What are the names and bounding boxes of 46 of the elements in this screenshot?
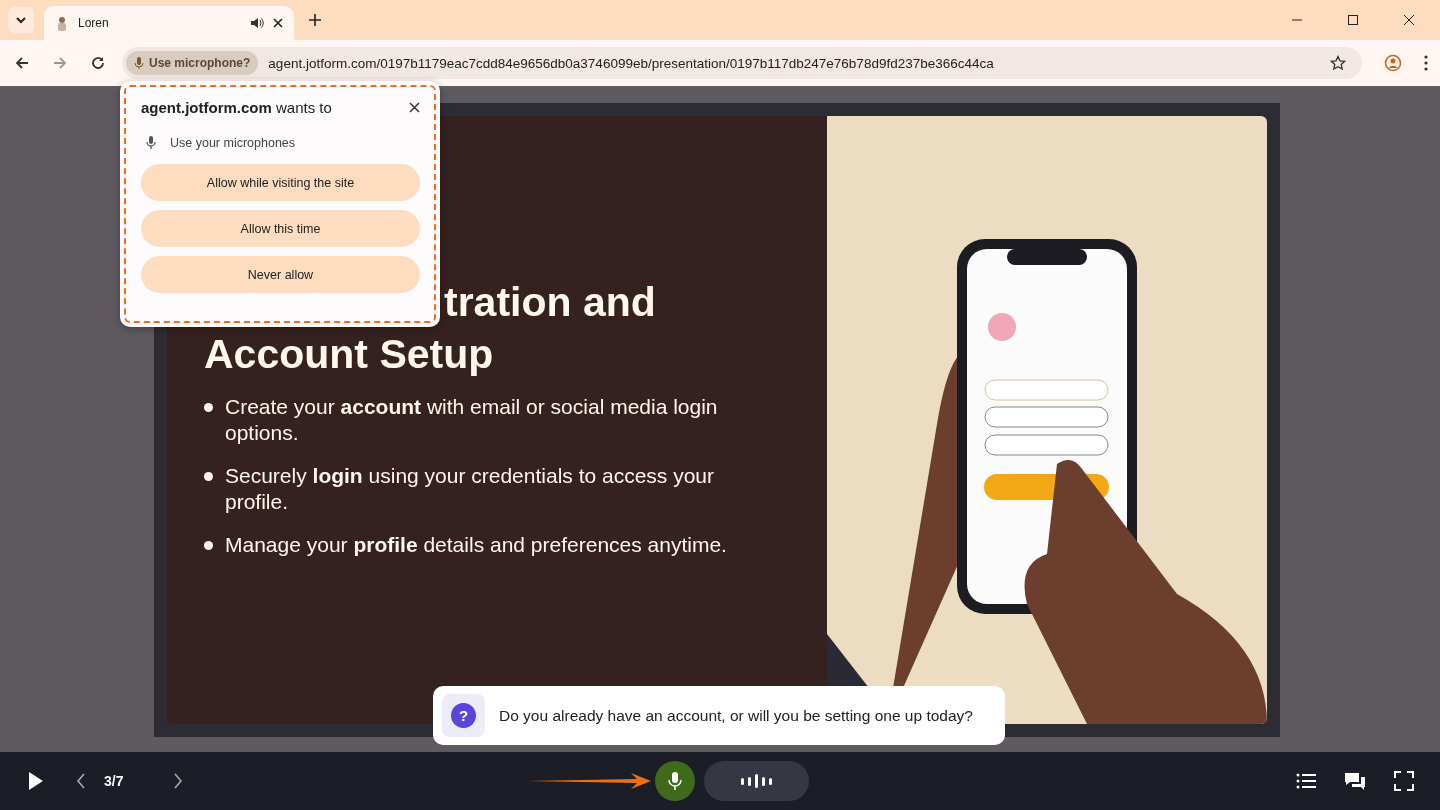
bullet-text: Manage your profile details and preferences anytime. — [225, 532, 727, 558]
microphone-button[interactable] — [655, 761, 695, 801]
browser-tab[interactable]: Loren — [44, 6, 294, 40]
slide-title: tration and — [443, 278, 657, 327]
tab-list-button[interactable] — [8, 7, 34, 33]
bullet-icon — [204, 541, 213, 550]
voice-wave-button[interactable] — [704, 761, 809, 801]
question-icon: ? — [442, 694, 485, 737]
permission-button[interactable]: Allow while visiting the site — [141, 164, 420, 201]
sound-wave-icon — [739, 774, 774, 788]
bullet-icon — [204, 472, 213, 481]
maximize-icon[interactable] — [1347, 14, 1359, 26]
question-text: Do you already have an account, or will you be setting one up today? — [499, 706, 973, 725]
permission-text: Use your microphones — [170, 135, 296, 150]
bookmark-star-icon[interactable] — [1330, 55, 1346, 71]
profile-icon[interactable] — [1384, 54, 1402, 72]
permission-button[interactable]: Allow this time — [141, 210, 420, 247]
bullet-text: Create your account with email or social media login options. — [225, 394, 719, 446]
microphone-icon — [146, 135, 156, 150]
chevron-down-icon — [15, 14, 27, 26]
microphone-icon — [134, 56, 144, 70]
menu-icon[interactable] — [1424, 55, 1428, 71]
previous-icon[interactable] — [76, 773, 86, 789]
popup-title: agent.jotform.com wants to — [141, 99, 332, 116]
new-tab-icon[interactable] — [308, 13, 322, 27]
chat-icon[interactable] — [1344, 772, 1366, 790]
url-text[interactable]: agent.jotform.com/0197b1179eac7cdd84e9656db0a3746099eb/presentation/0197b117db247e76b78d9fd237be366c44ca — [268, 55, 1320, 71]
microphone-icon — [668, 771, 682, 791]
permission-chip[interactable]: Use microphone? — [126, 51, 259, 75]
permission-button[interactable]: Never allow — [141, 256, 420, 293]
close-icon[interactable] — [409, 102, 420, 113]
reload-icon[interactable] — [90, 55, 106, 71]
list-icon[interactable] — [1296, 773, 1316, 789]
play-icon[interactable] — [28, 771, 44, 791]
fullscreen-icon[interactable] — [1394, 771, 1414, 791]
next-icon[interactable] — [173, 773, 184, 789]
tab-title: Loren — [78, 16, 110, 30]
page-counter: 3/7 — [104, 773, 124, 789]
close-icon[interactable] — [1403, 14, 1415, 26]
back-icon[interactable] — [14, 55, 30, 71]
speaker-icon[interactable] — [250, 16, 264, 30]
close-icon[interactable] — [272, 17, 284, 29]
bullet-text: Securely login using your credentials to access your profile. — [225, 463, 716, 515]
forward-icon[interactable] — [52, 55, 68, 71]
slide-title: Account Setup — [204, 330, 495, 379]
bullet-icon — [204, 403, 213, 412]
